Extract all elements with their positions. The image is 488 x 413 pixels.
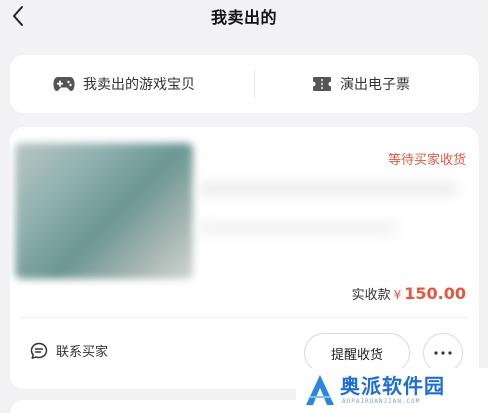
watermark-url: AOPAIRUANJIAN.COM	[342, 398, 421, 405]
page-title: 我卖出的	[210, 8, 277, 27]
product-subtitle-blurred	[198, 222, 398, 234]
currency-symbol: ¥	[393, 288, 402, 302]
amount-label: 实收款	[351, 288, 391, 303]
more-button[interactable]	[423, 333, 463, 373]
remind-receipt-button[interactable]: 提醒收货	[304, 333, 410, 373]
watermark-brand: 奥派软件园	[340, 374, 445, 398]
received-amount: 实收款 ¥ 150.00	[352, 284, 466, 303]
tab-e-tickets[interactable]: 演出电子票	[312, 55, 410, 113]
product-image[interactable]	[15, 143, 193, 279]
contact-buyer-label: 联系买家	[56, 345, 109, 360]
order-status: 等待买家收货	[387, 153, 466, 168]
watermark: 奥派软件园 AOPAIRUANJIAN.COM	[296, 368, 488, 413]
contact-buyer-button[interactable]: 联系买家	[30, 341, 108, 360]
ticket-icon	[313, 77, 331, 91]
gamepad-icon	[53, 77, 75, 91]
watermark-logo-icon	[306, 375, 334, 405]
header: 我卖出的	[0, 0, 488, 36]
more-icon	[434, 351, 452, 355]
product-title-blurred	[198, 182, 458, 196]
tab-divider	[254, 70, 255, 98]
tab-e-tickets-label: 演出电子票	[340, 77, 410, 93]
card-divider	[20, 317, 469, 318]
tab-game-items[interactable]: 我卖出的游戏宝贝	[53, 55, 195, 113]
amount-value: 150.00	[404, 284, 466, 303]
tab-game-items-label: 我卖出的游戏宝贝	[83, 77, 195, 93]
category-tabs: 我卖出的游戏宝贝 演出电子票	[10, 55, 479, 113]
chat-icon	[30, 342, 48, 359]
order-card[interactable]: 等待买家收货 实收款 ¥ 150.00 联系买家 提醒收货	[10, 127, 479, 389]
